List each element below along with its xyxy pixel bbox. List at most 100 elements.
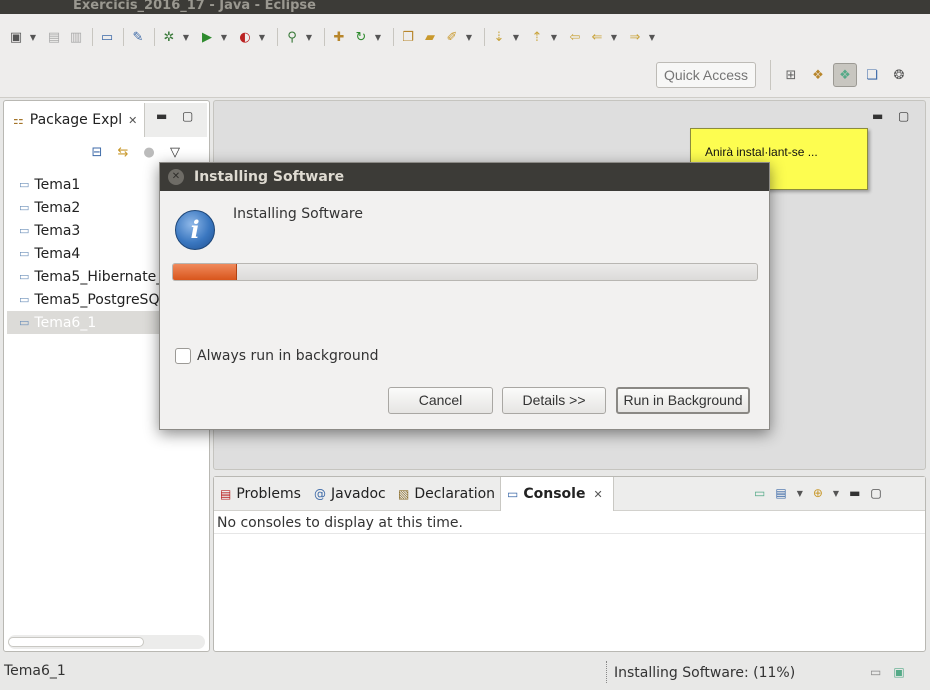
chevron-down-icon[interactable]: ▼	[181, 33, 191, 42]
dialog-heading: Installing Software	[233, 206, 363, 222]
tab-label: Javadoc	[331, 486, 386, 502]
close-icon[interactable]: ✕	[593, 488, 602, 501]
prev-annotation-icon[interactable]: ⇡	[527, 27, 547, 47]
pin-icon[interactable]: ✎	[128, 27, 148, 47]
progress-view-icon[interactable]: ▣	[893, 665, 904, 679]
maximize-icon[interactable]: ▢	[898, 109, 909, 123]
save-all-icon[interactable]: ▥	[66, 27, 86, 47]
tab-declaration[interactable]: ▧ Declaration	[398, 477, 495, 511]
cancel-button[interactable]: Cancel	[388, 387, 493, 414]
always-background-checkbox[interactable]	[175, 348, 191, 364]
tab-package-explorer[interactable]: ⚏ Package Expl ✕	[7, 103, 145, 137]
close-icon[interactable]: ✕	[128, 114, 137, 127]
chevron-down-icon[interactable]: ▼	[28, 33, 38, 42]
pin-console-icon[interactable]: ▭	[754, 486, 765, 500]
chevron-down-icon[interactable]: ▼	[833, 489, 839, 498]
view-menu-icon[interactable]: ▽	[162, 145, 188, 160]
status-bar: Tema6_1 Installing Software: (11%) ▭ ▣	[0, 655, 930, 690]
refresh-icon[interactable]: ↻	[351, 27, 371, 47]
link-with-editor-icon[interactable]: ⇆	[110, 145, 136, 160]
console-toolbar: ▭ ▤ ▼ ⊕ ▼ ▬ ▢	[754, 486, 892, 500]
package-explorer-header	[145, 103, 207, 137]
chevron-down-icon[interactable]: ▼	[511, 33, 521, 42]
chevron-down-icon[interactable]: ▼	[304, 33, 314, 42]
external-tools-icon[interactable]: ◐	[235, 27, 255, 47]
java-ee-perspective-icon[interactable]: ❖	[806, 63, 830, 87]
problems-icon: ▤	[220, 487, 232, 501]
toolbar-separator	[393, 28, 394, 46]
chevron-down-icon[interactable]: ▼	[647, 33, 657, 42]
minimize-icon[interactable]: ▬	[872, 109, 883, 123]
search-icon[interactable]: ⚲	[282, 27, 302, 47]
quick-access-input[interactable]	[656, 62, 756, 88]
checkbox-label: Always run in background	[197, 348, 379, 364]
declaration-icon: ▧	[398, 487, 410, 501]
chevron-down-icon[interactable]: ▼	[219, 33, 229, 42]
display-console-icon[interactable]: ▤	[775, 486, 786, 500]
tree-item-label: Tema5_PostgreSQ	[34, 291, 160, 308]
edit-icon[interactable]: ✐	[442, 27, 462, 47]
minimize-icon[interactable]: ▬	[156, 109, 167, 123]
debug-perspective-icon[interactable]: ❏	[860, 63, 884, 87]
tree-item-label: Tema5_Hibernate_	[34, 268, 164, 285]
open-perspective-icon[interactable]: ⊞	[779, 63, 803, 87]
forward-icon[interactable]: ⇒	[625, 27, 645, 47]
last-edit-icon[interactable]: ⇦	[565, 27, 585, 47]
debug-icon[interactable]: ✲	[159, 27, 179, 47]
tab-label: Declaration	[414, 486, 496, 502]
details-button[interactable]: Details >>	[502, 387, 606, 414]
terminal-icon[interactable]: ▭	[97, 27, 117, 47]
chevron-down-icon[interactable]: ▼	[257, 33, 267, 42]
run-icon[interactable]: ▶	[197, 27, 217, 47]
tree-item-label: Tema6_1	[34, 314, 97, 331]
tab-javadoc[interactable]: @ Javadoc	[314, 477, 386, 511]
new-wizard-icon[interactable]: ▣	[6, 27, 26, 47]
maximize-icon[interactable]: ▢	[870, 486, 881, 500]
tab-console[interactable]: ▭ Console ✕	[500, 477, 614, 511]
window-title-bar: Exercicis_2016_17 - Java - Eclipse	[0, 0, 930, 14]
java-perspective-icon[interactable]: ❖	[833, 63, 857, 87]
minimize-icon[interactable]: ▬	[849, 486, 860, 500]
close-icon[interactable]: ✕	[168, 169, 184, 185]
open-console-icon[interactable]: ⊕	[813, 486, 823, 500]
scrollbar-thumb[interactable]	[8, 637, 144, 647]
folder-icon: ▭	[19, 316, 30, 329]
collapse-all-icon[interactable]: ⊟	[84, 145, 110, 160]
save-icon[interactable]: ▤	[44, 27, 64, 47]
console-icon: ▭	[507, 487, 519, 501]
tab-problems[interactable]: ▤ Problems	[220, 477, 301, 511]
status-progress-text[interactable]: Installing Software: (11%)	[614, 665, 795, 681]
folder-icon: ▭	[19, 270, 30, 283]
package-explorer-toolbar: ⊟ ⇆ ● ▽	[84, 145, 188, 160]
status-separator	[606, 661, 607, 683]
divider	[214, 533, 925, 534]
git-perspective-icon[interactable]: ❂	[887, 63, 911, 87]
chevron-down-icon[interactable]: ▼	[609, 33, 619, 42]
new-package-icon[interactable]: ✚	[329, 27, 349, 47]
horizontal-scrollbar[interactable]	[8, 635, 205, 649]
toolbar-separator	[484, 28, 485, 46]
tab-label: Problems	[236, 486, 301, 502]
focus-task-icon[interactable]: ●	[136, 145, 162, 160]
toolbar-separator	[324, 28, 325, 46]
maximize-icon[interactable]: ▢	[182, 109, 193, 123]
window-title: Exercicis_2016_17 - Java - Eclipse	[73, 0, 316, 13]
chevron-down-icon[interactable]: ▼	[464, 33, 474, 42]
always-background-row[interactable]: Always run in background	[175, 348, 379, 364]
open-folder-icon[interactable]: ▰	[420, 27, 440, 47]
status-icons: ▭ ▣	[870, 665, 917, 679]
folder-icon: ▭	[19, 224, 30, 237]
toolbar-row: ▣ ▼ ▤ ▥ ▭ ✎ ✲ ▼ ▶ ▼ ◐ ▼ ⚲ ▼ ✚ ↻ ▼ ❐ ▰ ✐ ▼ ⇣ ▼ ⇡ ▼…	[6, 24, 663, 50]
open-type-icon[interactable]: ❐	[398, 27, 418, 47]
progress-bar-icon[interactable]: ▭	[870, 665, 881, 679]
folder-icon: ▭	[19, 178, 30, 191]
run-in-background-button[interactable]: Run in Background	[616, 387, 750, 414]
package-explorer-icon: ⚏	[13, 113, 24, 127]
next-annotation-icon[interactable]: ⇣	[489, 27, 509, 47]
chevron-down-icon[interactable]: ▼	[373, 33, 383, 42]
chevron-down-icon[interactable]: ▼	[797, 489, 803, 498]
chevron-down-icon[interactable]: ▼	[549, 33, 559, 42]
folder-icon: ▭	[19, 293, 30, 306]
tree-item-label: Tema3	[34, 222, 81, 239]
back-icon[interactable]: ⇐	[587, 27, 607, 47]
